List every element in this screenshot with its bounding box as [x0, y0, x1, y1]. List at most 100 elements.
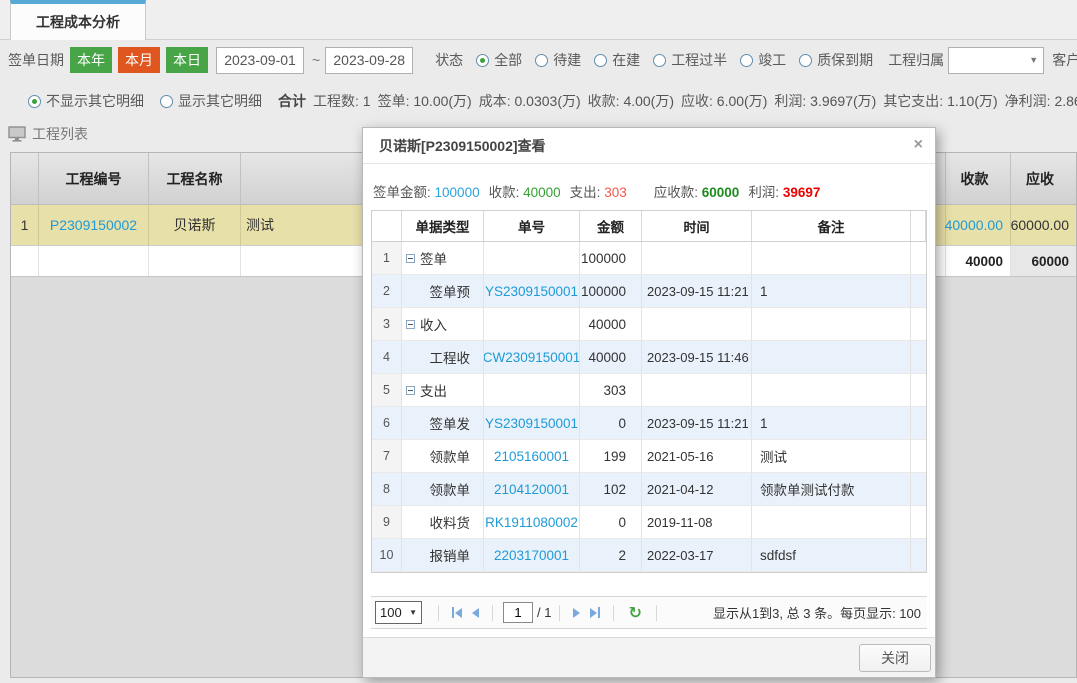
table-row[interactable]: 9 收料货 RK1911080002 0 2019-11-08 — [372, 506, 926, 539]
radio-icon — [28, 95, 41, 108]
page-total: / 1 — [537, 605, 551, 620]
radio-icon — [160, 95, 173, 108]
project-owner-select[interactable]: ▼ — [948, 47, 1044, 74]
prev-page-icon[interactable] — [472, 608, 479, 618]
next-page-icon[interactable] — [573, 608, 580, 618]
header-rownum — [11, 153, 39, 204]
dialog-titlebar: 贝诺斯[P2309150002]查看 — [363, 128, 935, 164]
project-name-cell: 贝诺斯 — [149, 205, 241, 245]
close-icon[interactable]: × — [914, 137, 923, 153]
status-radio-pending[interactable]: 待建 — [535, 50, 581, 70]
section-title: 工程列表 — [32, 124, 88, 144]
header-doc-type[interactable]: 单据类型 — [402, 211, 484, 241]
radio-icon — [799, 54, 812, 67]
doc-no-link[interactable]: YS2309150001 — [485, 284, 578, 299]
collapse-icon[interactable] — [406, 386, 415, 395]
this-month-button[interactable]: 本月 — [118, 47, 160, 73]
project-list-section-header: 工程列表 — [8, 124, 88, 144]
doc-no-link[interactable]: 2104120001 — [494, 482, 569, 497]
receivable-label: 应收款: — [654, 185, 698, 200]
totals-bar: 不显示其它明细 显示其它明细 合计 工程数: 1 签单: 10.00(万) 成本… — [0, 88, 1077, 114]
doc-no-link[interactable]: 2203170001 — [494, 548, 569, 563]
table-row[interactable]: 8 领款单 2104120001 102 2021-04-12 领款单测试付款 — [372, 473, 926, 506]
doc-no-link[interactable]: RK1911080002 — [485, 515, 578, 530]
table-row[interactable]: 6 签单发 YS2309150001 0 2023-09-15 11:21 1 — [372, 407, 926, 440]
today-button[interactable]: 本日 — [166, 47, 208, 73]
sign-amount-value: 100000 — [435, 185, 480, 200]
profit-label: 利润: — [748, 185, 779, 200]
table-row[interactable]: 3 收入 40000 — [372, 308, 926, 341]
monitor-icon — [8, 126, 26, 142]
dialog-summary: 签单金额: 100000 收款: 40000 支出: 303 应收款: 6000… — [363, 164, 935, 210]
receivable-amount-cell: 60000.00 — [1011, 205, 1076, 245]
filter-bar: 签单日期 本年 本月 本日 ~ 状态 全部 待建 在建 工程过半 竣工 质保到期… — [0, 44, 1077, 76]
header-note[interactable]: 备注 — [752, 211, 911, 241]
stat-other-expense: 其它支出: 1.10(万) — [883, 91, 997, 111]
collapse-icon[interactable] — [406, 320, 415, 329]
stat-net-profit: 净利润: 2.8697(万) — [1005, 91, 1077, 111]
expense-value: 303 — [604, 185, 627, 200]
header-amount[interactable]: 金额 — [580, 211, 642, 241]
status-radio-all[interactable]: 全部 — [476, 50, 522, 70]
doc-no-link[interactable]: YS2309150001 — [485, 416, 578, 431]
status-radio-inprogress[interactable]: 在建 — [594, 50, 640, 70]
doc-no-link[interactable]: CW2309150001 — [484, 350, 580, 365]
date-range-separator: ~ — [312, 52, 320, 68]
pagination-bar: 100 ▼ / 1 ↻ 显示从1到3, 总 3 条。每页显示: 100 — [371, 596, 927, 629]
header-project-name[interactable]: 工程名称 — [149, 153, 241, 204]
radio-icon — [653, 54, 666, 67]
header-received[interactable]: 收款 — [946, 153, 1011, 204]
stat-profit: 利润: 3.9697(万) — [774, 91, 876, 111]
status-radio-warranty-due[interactable]: 质保到期 — [799, 50, 873, 70]
table-row[interactable]: 7 领款单 2105160001 199 2021-05-16 测试 — [372, 440, 926, 473]
header-doc-no[interactable]: 单号 — [484, 211, 580, 241]
first-page-icon[interactable] — [452, 607, 462, 618]
tab-project-cost-analysis[interactable]: 工程成本分析 — [10, 0, 146, 40]
page-number-input[interactable] — [503, 602, 533, 623]
refresh-icon[interactable]: ↻ — [628, 603, 641, 623]
table-row[interactable]: 4 工程收 CW2309150001 40000 2023-09-15 11:4… — [372, 341, 926, 374]
pagination-info: 显示从1到3, 总 3 条。每页显示: 100 — [713, 603, 923, 622]
document-table-header: 单据类型 单号 金额 时间 备注 — [372, 211, 926, 242]
header-project-code[interactable]: 工程编号 — [39, 153, 149, 204]
stat-cost: 成本: 0.0303(万) — [479, 91, 581, 111]
chevron-down-icon: ▼ — [409, 608, 417, 617]
dialog-footer: 关闭 — [363, 637, 935, 677]
project-owner-label: 工程归属 — [888, 50, 944, 70]
table-row[interactable]: 10 报销单 2203170001 2 2022-03-17 sdfdsf — [372, 539, 926, 572]
sign-date-label: 签单日期 — [8, 50, 64, 70]
received-label: 收款: — [489, 185, 520, 200]
stat-project-count: 工程数: 1 — [313, 91, 371, 111]
radio-icon — [740, 54, 753, 67]
status-radio-completed[interactable]: 竣工 — [740, 50, 786, 70]
sign-amount-label: 签单金额: — [373, 185, 431, 200]
date-from-input[interactable] — [216, 47, 304, 74]
header-receivable[interactable]: 应收 — [1011, 153, 1076, 204]
last-page-icon[interactable] — [590, 607, 600, 618]
hide-other-details-radio[interactable]: 不显示其它明细 — [28, 91, 144, 111]
date-to-input[interactable] — [325, 47, 413, 74]
collapse-icon[interactable] — [406, 254, 415, 263]
show-other-details-radio[interactable]: 显示其它明细 — [160, 91, 262, 111]
received-amount-link[interactable]: 40000.00 — [945, 217, 1003, 233]
this-year-button[interactable]: 本年 — [70, 47, 112, 73]
radio-icon — [594, 54, 607, 67]
table-row[interactable]: 5 支出 303 — [372, 374, 926, 407]
table-row[interactable]: 2 签单预 YS2309150001 100000 2023-09-15 11:… — [372, 275, 926, 308]
status-label: 状态 — [435, 50, 463, 70]
stat-receivable: 应收: 6.00(万) — [681, 91, 767, 111]
tab-strip: 工程成本分析 — [0, 0, 1077, 40]
radio-icon — [535, 54, 548, 67]
close-button[interactable]: 关闭 — [859, 644, 931, 672]
customer-label: 客户 — [1052, 50, 1077, 70]
chevron-down-icon: ▼ — [1029, 55, 1038, 65]
dialog-title: 贝诺斯[P2309150002]查看 — [379, 136, 546, 156]
header-time[interactable]: 时间 — [642, 211, 752, 241]
table-row[interactable]: 1 签单 100000 — [372, 242, 926, 275]
tab-label: 工程成本分析 — [36, 12, 120, 32]
page-size-select[interactable]: 100 ▼ — [375, 601, 422, 624]
status-radio-halfway[interactable]: 工程过半 — [653, 50, 727, 70]
project-code-link[interactable]: P2309150002 — [50, 217, 137, 233]
doc-no-link[interactable]: 2105160001 — [494, 449, 569, 464]
total-label: 合计 — [278, 93, 306, 109]
